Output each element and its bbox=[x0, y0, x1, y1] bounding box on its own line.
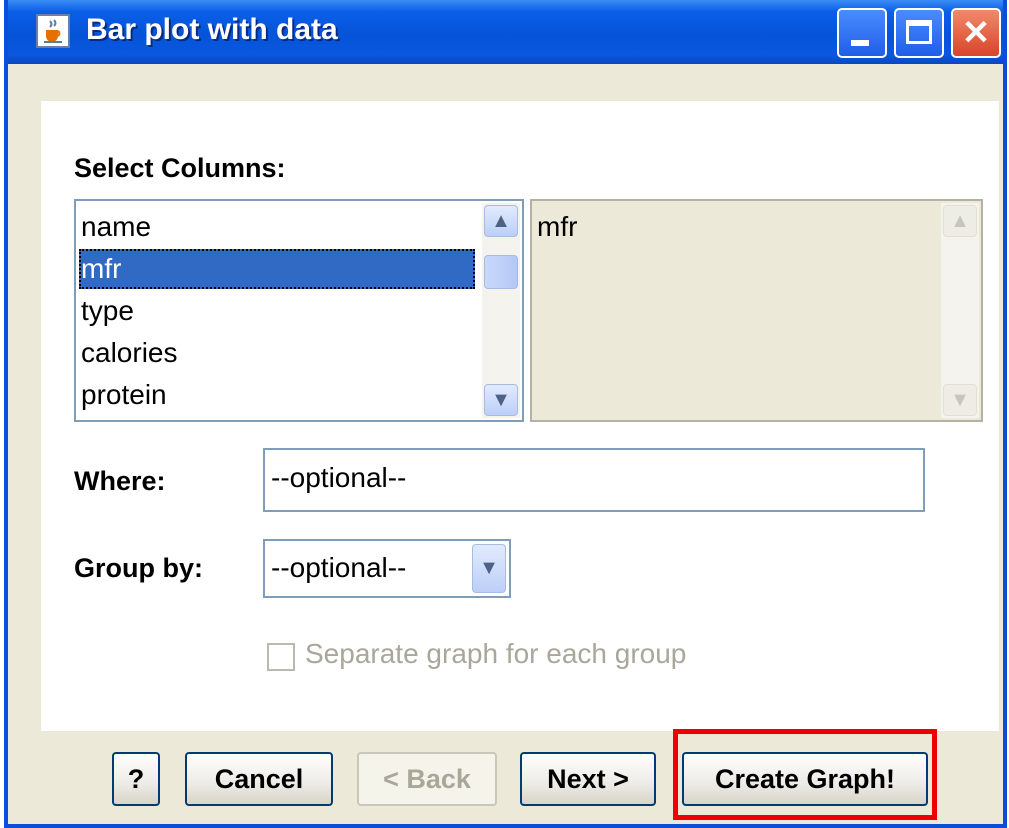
close-button[interactable]: ✕ bbox=[951, 8, 1001, 58]
chevron-down-icon[interactable]: ▼ bbox=[472, 544, 506, 593]
scroll-thumb[interactable] bbox=[484, 255, 518, 289]
chosen-columns-list[interactable]: mfr ▲ ▼ bbox=[530, 199, 983, 422]
group-by-value: --optional-- bbox=[271, 552, 407, 583]
dialog-content: Select Columns: name mfr type calories p… bbox=[41, 101, 999, 731]
list-item[interactable]: type bbox=[79, 291, 475, 331]
vertical-scrollbar[interactable]: ▲ ▼ bbox=[482, 203, 520, 418]
minimize-icon bbox=[851, 40, 869, 46]
list-item[interactable]: name bbox=[79, 207, 475, 247]
next-button[interactable]: Next > bbox=[520, 752, 656, 806]
highlight-box bbox=[673, 729, 937, 820]
list-item[interactable]: calories bbox=[79, 333, 475, 373]
close-icon: ✕ bbox=[961, 14, 991, 52]
group-by-select[interactable]: --optional-- ▼ bbox=[263, 539, 511, 598]
window-title: Bar plot with data bbox=[86, 13, 338, 46]
list-item[interactable]: protein bbox=[79, 375, 475, 415]
java-cup-icon bbox=[36, 14, 70, 48]
help-button[interactable]: ? bbox=[112, 752, 160, 806]
scroll-down-icon[interactable]: ▼ bbox=[484, 384, 518, 416]
where-label: Where: bbox=[74, 466, 166, 496]
scroll-down-icon[interactable]: ▼ bbox=[943, 384, 977, 416]
select-columns-label: Select Columns: bbox=[74, 153, 286, 183]
scroll-up-icon[interactable]: ▲ bbox=[943, 205, 977, 237]
cancel-button[interactable]: Cancel bbox=[185, 752, 333, 806]
available-columns-list[interactable]: name mfr type calories protein ▲ ▼ bbox=[74, 199, 524, 422]
separate-graph-checkbox[interactable] bbox=[267, 643, 295, 671]
vertical-scrollbar[interactable]: ▲ ▼ bbox=[941, 203, 979, 418]
group-by-label: Group by: bbox=[74, 553, 203, 583]
title-bar[interactable]: Bar plot with data ✕ bbox=[8, 0, 1003, 64]
list-item[interactable]: mfr bbox=[535, 207, 927, 247]
where-input[interactable]: --optional-- bbox=[263, 448, 925, 512]
maximize-button[interactable] bbox=[894, 8, 944, 58]
separate-graph-label: Separate graph for each group bbox=[305, 638, 687, 669]
maximize-icon bbox=[906, 20, 932, 44]
list-item[interactable]: mfr bbox=[79, 249, 475, 289]
back-button[interactable]: < Back bbox=[357, 752, 497, 806]
scroll-up-icon[interactable]: ▲ bbox=[484, 205, 518, 237]
dialog-window: Bar plot with data ✕ Select Columns: nam… bbox=[4, 0, 1007, 828]
minimize-button[interactable] bbox=[837, 8, 887, 58]
